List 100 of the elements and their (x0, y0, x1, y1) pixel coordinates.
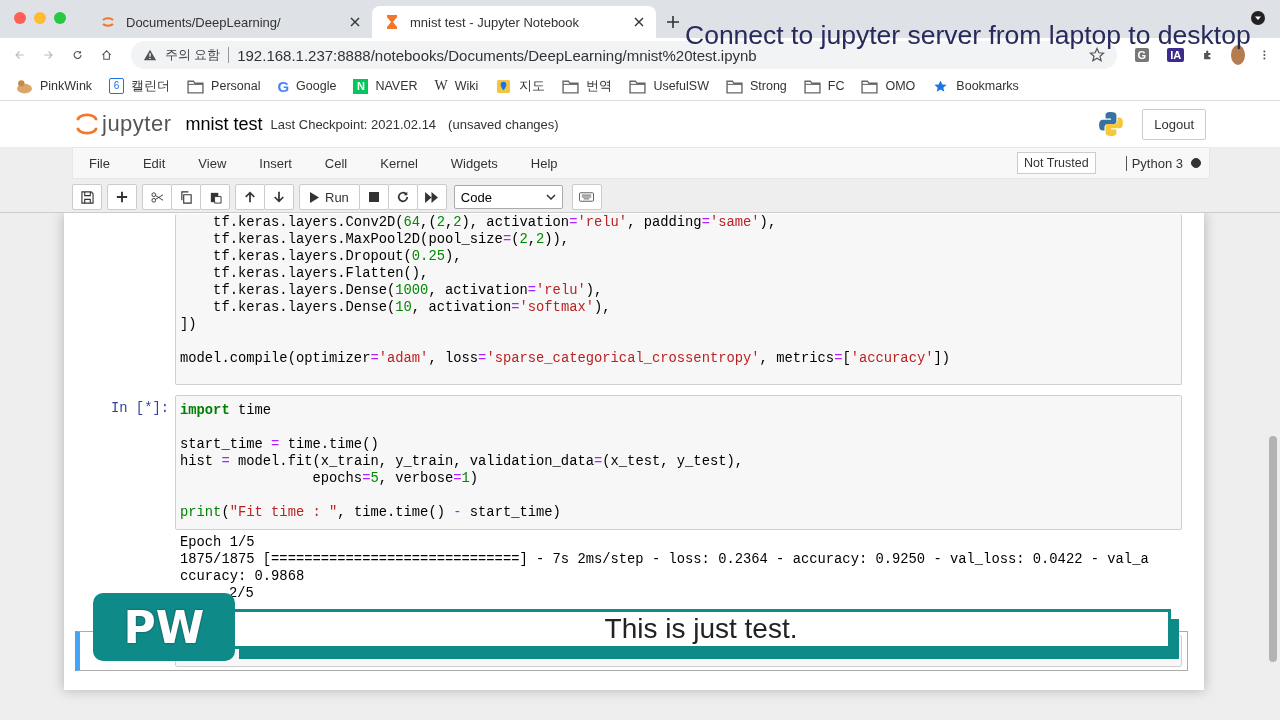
browser-tab[interactable]: Documents/DeepLearning/ (88, 6, 372, 38)
code-line: tf.keras.layers.Dense(10, activation='softmax'), (212, 299, 612, 316)
cell-type-dropdown[interactable]: Code (453, 185, 563, 209)
menu-item[interactable]: Insert (247, 155, 304, 171)
menu-item[interactable]: Edit (130, 155, 178, 171)
code-line: import time (180, 402, 273, 419)
bookmark[interactable]: N NAVER (353, 78, 418, 94)
bookmark[interactable]: OMO (861, 78, 916, 94)
output-line: 1875/1875 [==============================] - 7s 2ms/step - loss: 0.2364 - accuracy: 0.9250 - val_loss: 0.0422 - val_a (180, 551, 1150, 568)
bookmark[interactable]: UsefulSW (629, 78, 709, 94)
save-icon (80, 190, 94, 204)
keyboard-button[interactable] (571, 184, 602, 210)
menu-item[interactable]: Cell (312, 155, 360, 171)
stop-button[interactable] (358, 184, 389, 210)
menu-item[interactable]: View (186, 155, 239, 171)
fast-forward-button[interactable] (416, 184, 447, 210)
code-line: ]) (180, 316, 198, 333)
menu-item[interactable]: Kernel (368, 155, 430, 171)
code-line: print("Fit time : ", time.time() - start_time) (180, 504, 562, 521)
folder-icon (629, 78, 647, 94)
move-up-button[interactable] (235, 184, 265, 210)
save-button[interactable] (72, 184, 102, 210)
bookmark[interactable]: PinkWink (16, 78, 93, 94)
code-line: tf.keras.layers.Flatten(), (212, 265, 430, 282)
browser-tab[interactable]: mnist test - Jupyter Notebook (372, 6, 656, 38)
folder-icon (803, 78, 821, 94)
extension-icon[interactable]: G (1134, 48, 1150, 62)
output-line: Epoch 1/5 (180, 534, 256, 551)
google-icon: G (277, 77, 290, 95)
move-down-button[interactable] (264, 184, 294, 210)
bookmark[interactable]: 번역 (562, 77, 613, 95)
play-icon (310, 191, 319, 203)
extension-icon[interactable]: IA (1167, 48, 1185, 62)
notebook-name[interactable]: mnist test (185, 113, 263, 135)
plus-icon (116, 191, 128, 203)
code-line: epochs=5, verbose=1) (311, 470, 480, 487)
code-line: tf.keras.layers.MaxPool2D(pool_size=(2,2)), (212, 231, 571, 248)
bookmark[interactable]: Personal (187, 78, 261, 94)
code-line: hist = model.fit(x_train, y_train, validation_data=(x_test, y_test), (180, 453, 745, 470)
copy-icon (179, 190, 193, 204)
run-button[interactable]: Run (299, 184, 360, 210)
output-line: ccuracy: 0.9868 (180, 568, 306, 585)
python-logo-icon (1098, 111, 1125, 137)
add-cell-button[interactable] (107, 184, 137, 210)
star-icon[interactable] (1088, 47, 1105, 63)
calendar-icon: 6 (109, 78, 125, 94)
code-input[interactable] (175, 214, 1182, 385)
folder-icon (861, 78, 879, 94)
warning-icon (142, 48, 157, 62)
bookmark[interactable]: 6 캘린더 (109, 77, 171, 95)
bookmark[interactable]: Strong (725, 78, 787, 94)
paste-button[interactable] (200, 184, 230, 210)
down-arrow-icon (273, 191, 285, 203)
bookmark[interactable]: Bookmarks (932, 78, 1019, 94)
code-line: tf.keras.layers.Dropout(0.25), (212, 248, 463, 265)
folder-icon (725, 78, 743, 94)
close-tab-icon[interactable] (634, 17, 644, 27)
dropdown-icon[interactable] (1251, 11, 1265, 25)
naver-icon: N (353, 78, 369, 94)
caret-icon (545, 194, 556, 200)
kernel-name[interactable]: Python 3 (1125, 155, 1183, 171)
checkpoint-text: Last Checkpoint: 2021.02.14 (270, 116, 437, 132)
home-icon[interactable] (101, 47, 113, 63)
jupyter-wordmark[interactable]: jupyter (102, 111, 172, 137)
code-line: start_time = time.time() (180, 436, 380, 453)
paste-icon (208, 190, 222, 204)
bookmark[interactable]: FC (803, 78, 845, 94)
bookmark[interactable]: G Google (277, 77, 337, 95)
logout-button[interactable]: Logout (1142, 108, 1206, 140)
jupyter-logo-icon (100, 14, 116, 30)
scissors-icon (150, 190, 164, 204)
code-input[interactable]: import time start_time = time.time() hist = model.fit(x_train, y_train, validation_data=(x_test, y_test), epochs=5, verbose=1) print("Fit time : ", time.time() - start_time) (175, 395, 1182, 530)
pig-icon (16, 78, 33, 94)
wiki-icon: W (434, 78, 448, 94)
menu-item[interactable]: Help (518, 155, 570, 171)
fast-forward-icon (425, 191, 439, 203)
hourglass-icon (384, 14, 400, 30)
keyboard-icon (579, 192, 595, 202)
restart-button[interactable] (387, 184, 418, 210)
new-tab-icon[interactable] (666, 15, 680, 29)
trust-button[interactable]: Not Trusted (1017, 152, 1096, 174)
bookmark[interactable]: W Wiki (434, 78, 479, 94)
copy-button[interactable] (171, 184, 201, 210)
cell-prompt: In [*]: (111, 401, 169, 416)
menu-item[interactable]: Widgets (438, 155, 510, 171)
map-pin-icon (495, 78, 513, 94)
folder-icon (187, 78, 205, 94)
cut-button[interactable] (142, 184, 172, 210)
bookmark[interactable]: 지도 (495, 77, 546, 95)
stop-icon (368, 192, 379, 202)
code-line: model.compile(optimizer='adam', loss='sparse_categorical_crossentropy', metrics=['accuracy']) (180, 350, 952, 367)
code-line: tf.keras.layers.Dense(1000, activation='relu'), (212, 282, 604, 299)
close-tab-icon[interactable] (350, 17, 360, 27)
save-status: (unsaved changes) (448, 116, 559, 132)
restart-icon (396, 191, 409, 203)
code-line: tf.keras.layers.Conv2D(64,(2,2), activation='relu', padding='same'), (212, 214, 778, 231)
scrollbar-thumb[interactable] (1269, 436, 1277, 662)
menu-item[interactable]: File (77, 155, 122, 171)
up-arrow-icon (244, 191, 256, 203)
folder-icon (562, 78, 580, 94)
